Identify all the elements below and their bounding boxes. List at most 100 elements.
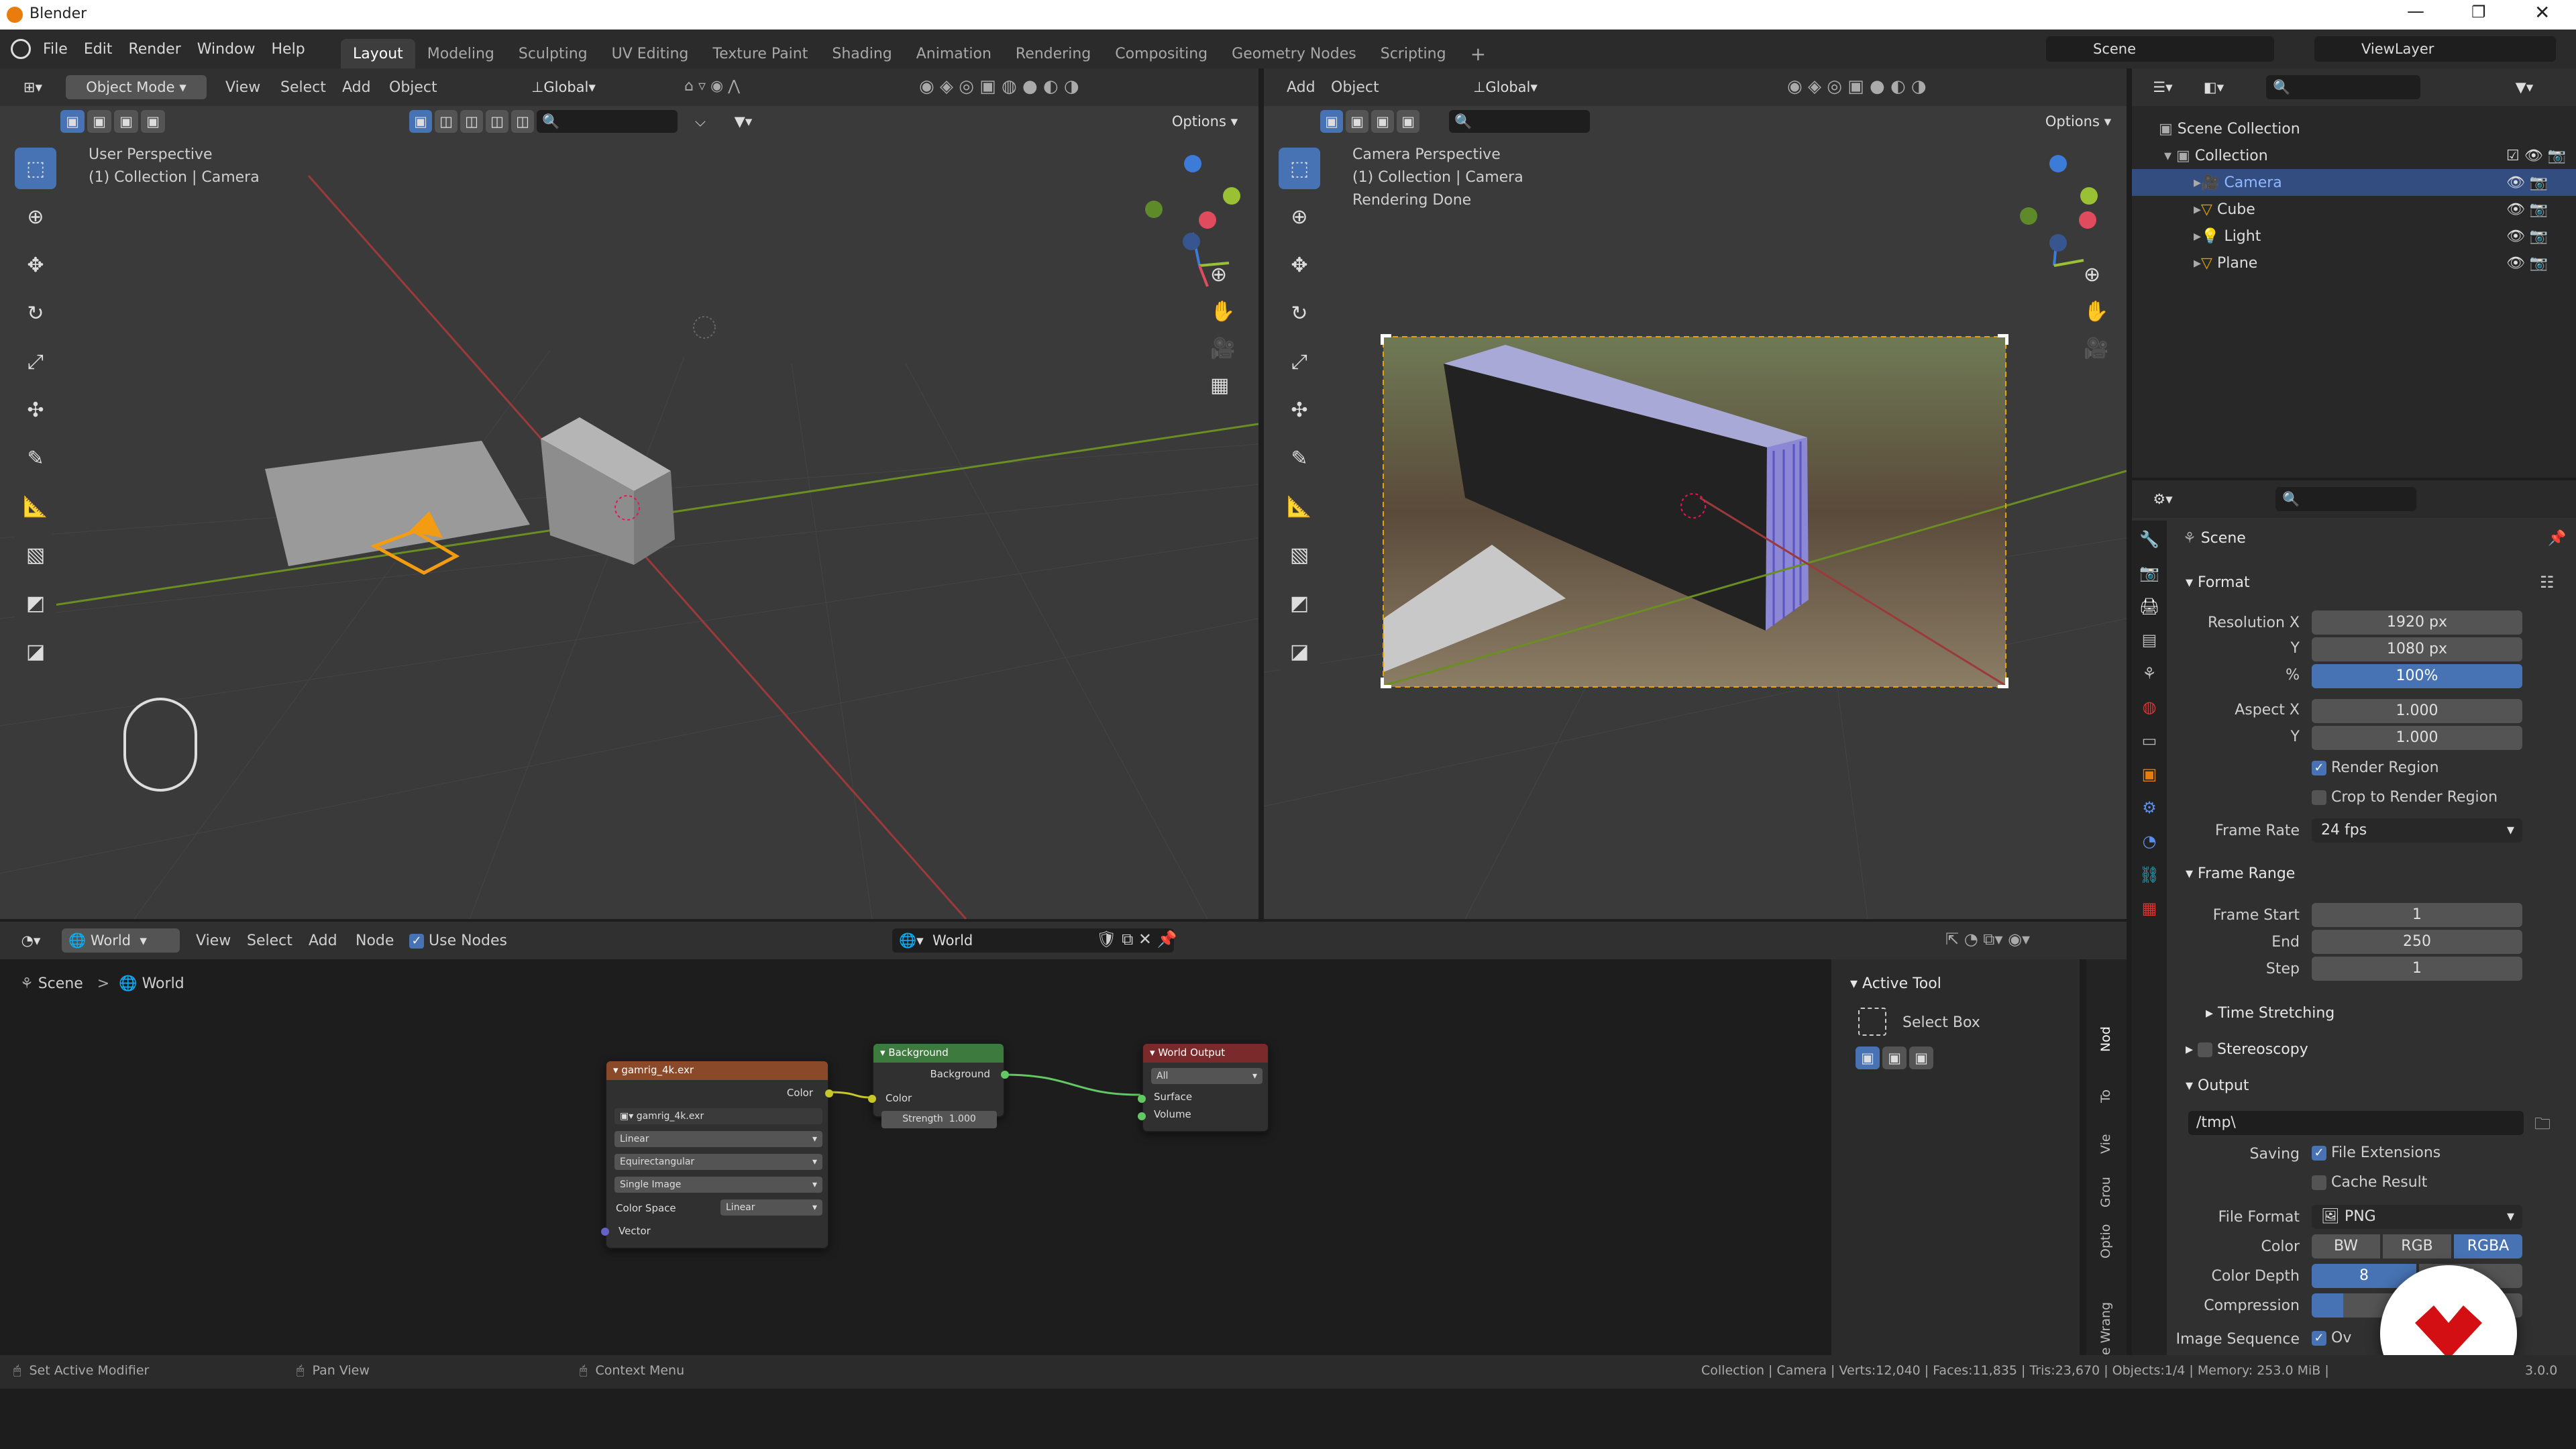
annotate-tool-icon[interactable]: ✎: [15, 437, 56, 479]
world-volume-socket[interactable]: [1138, 1112, 1146, 1120]
time-stretching-header[interactable]: ▸ Time Stretching: [2206, 1005, 2334, 1022]
tool-tab-icon[interactable]: 🔧: [2139, 530, 2159, 549]
modifier-tab-icon[interactable]: ⚙: [2142, 798, 2157, 817]
at-mode-sub-icon[interactable]: ▣: [1909, 1046, 1933, 1069]
environment-texture-node[interactable]: ▾ gamrig_4k.exr Color ▣▾ gamrig_4k.exr L…: [601, 1060, 833, 1249]
outliner-editor-type-icon[interactable]: ☰▾: [2143, 75, 2183, 99]
blender-menu-icon[interactable]: [11, 39, 31, 59]
rotate-tool-icon[interactable]: ↻: [15, 292, 56, 334]
at-mode-extend-icon[interactable]: ▣: [1882, 1046, 1907, 1069]
resolution-pct-field[interactable]: 100%: [2312, 664, 2522, 688]
env-colorspace-dropdown[interactable]: Linear ▾: [720, 1199, 822, 1216]
texture-tab-icon[interactable]: ▦: [2142, 899, 2157, 918]
grid-view-icon[interactable]: ▦: [1210, 374, 1235, 397]
rv-annotate-tool-icon[interactable]: ✎: [1279, 437, 1320, 479]
background-node[interactable]: ▾ Background Background Color Strength 1…: [868, 1042, 1009, 1128]
tab-geometry-nodes[interactable]: Geometry Nodes: [1220, 39, 1368, 68]
frame-range-header[interactable]: ▾ Frame Range: [2186, 865, 2295, 882]
knife-tool-icon[interactable]: ◪: [15, 631, 56, 672]
env-color-socket[interactable]: [825, 1089, 833, 1097]
tab-tool[interactable]: To: [2098, 1089, 2113, 1103]
world-output-target-dropdown[interactable]: All ▾: [1151, 1068, 1263, 1084]
frame-rate-dropdown[interactable]: 24 fps ▾: [2312, 818, 2522, 843]
rv-cursor-tool-icon[interactable]: ⊕: [1279, 196, 1320, 237]
maximize-icon[interactable]: ❐: [2471, 3, 2486, 21]
menu-window[interactable]: Window: [189, 30, 264, 68]
select-box-tool-icon[interactable]: ⬚: [15, 148, 56, 189]
pin-icon[interactable]: 📌: [2548, 530, 2566, 547]
menu-edit[interactable]: Edit: [76, 30, 121, 68]
tab-node[interactable]: Nod: [2098, 1026, 2113, 1052]
resolution-y-field[interactable]: 1080 px: [2312, 637, 2522, 661]
scene-selector[interactable]: Scene: [2046, 36, 2274, 62]
resolution-x-field[interactable]: 1920 px: [2312, 610, 2522, 635]
output-header[interactable]: ▾ Output: [2186, 1077, 2249, 1094]
object-tab-icon[interactable]: ▣: [2142, 765, 2157, 784]
rv-knife-tool-icon[interactable]: ◪: [1279, 631, 1320, 672]
tab-compositing[interactable]: Compositing: [1103, 39, 1220, 68]
viewport-left[interactable]: ⊞▾ Object Mode ▾ View Select Add Object …: [0, 68, 1258, 919]
tab-texture-paint[interactable]: Texture Paint: [700, 39, 820, 68]
aspect-y-field[interactable]: 1.000: [2312, 726, 2522, 750]
folder-icon[interactable]: 🗀: [2534, 1112, 2551, 1140]
end-field[interactable]: 250: [2312, 930, 2522, 954]
transform-tool-icon[interactable]: ✣: [15, 389, 56, 431]
bg-strength-field[interactable]: Strength 1.000: [881, 1111, 997, 1128]
overwrite-checkbox[interactable]: Ov: [2312, 1330, 2351, 1346]
rv-pan-hand-icon[interactable]: ✋: [2084, 300, 2108, 323]
add-cube-tool-icon[interactable]: ▧: [15, 534, 56, 576]
move-tool-icon[interactable]: ✥: [15, 244, 56, 286]
output-path-field[interactable]: /tmp\: [2188, 1111, 2524, 1135]
env-image-selector[interactable]: ▣▾ gamrig_4k.exr: [614, 1108, 822, 1124]
physics-tab-icon[interactable]: ◔: [2143, 832, 2157, 851]
step-field[interactable]: 1: [2312, 957, 2522, 981]
color-bw-button[interactable]: BW: [2312, 1234, 2380, 1258]
tab-scripting[interactable]: Scripting: [1368, 39, 1458, 68]
format-header[interactable]: ▾ Format: [2186, 574, 2250, 591]
tab-layout[interactable]: Layout: [341, 39, 415, 68]
tab-options[interactable]: Optio: [2098, 1224, 2113, 1258]
tab-modeling[interactable]: Modeling: [415, 39, 506, 68]
cursor-tool-icon[interactable]: ⊕: [15, 196, 56, 237]
world-surface-socket[interactable]: [1138, 1095, 1146, 1103]
outliner-collection[interactable]: ▾ ▣ Collection ☑ 👁 📷: [2164, 142, 2567, 169]
view-layer-tab-icon[interactable]: ▤: [2142, 631, 2157, 649]
rv-zoom-icon[interactable]: ⊕: [2084, 263, 2108, 286]
menu-file[interactable]: File: [35, 30, 76, 68]
scene-tab-icon[interactable]: ⚘: [2142, 664, 2157, 683]
render-tab-icon[interactable]: 📷: [2139, 564, 2159, 582]
aspect-x-field[interactable]: 1.000: [2312, 699, 2522, 723]
rv-measure-tool-icon[interactable]: 📐: [1279, 486, 1320, 527]
outliner-item-camera[interactable]: ▸ 🎥 Camera 👁 📷: [2132, 169, 2576, 196]
crop-region-checkbox[interactable]: Crop to Render Region: [2312, 789, 2498, 806]
tab-rendering[interactable]: Rendering: [1004, 39, 1103, 68]
tab-shading[interactable]: Shading: [820, 39, 904, 68]
format-presets-icon[interactable]: ☷: [2540, 573, 2555, 592]
measure-tool-icon[interactable]: 📐: [15, 486, 56, 527]
tab-sculpting[interactable]: Sculpting: [506, 39, 600, 68]
outliner-item-light[interactable]: ▸ 💡 Light 👁 📷: [2194, 223, 2576, 250]
rv-transform-tool-icon[interactable]: ✣: [1279, 389, 1320, 431]
stereoscopy-header[interactable]: ▸ Stereoscopy: [2186, 1041, 2308, 1058]
pan-hand-icon[interactable]: ✋: [1210, 300, 1235, 323]
outliner-display-mode-icon[interactable]: ◧▾: [2194, 75, 2234, 99]
outliner-filter-icon[interactable]: ▼▾: [2508, 75, 2541, 99]
view-layer-selector[interactable]: ViewLayer: [2314, 36, 2556, 62]
env-interp-dropdown[interactable]: Linear ▾: [614, 1131, 822, 1147]
env-source-dropdown[interactable]: Single Image ▾: [614, 1177, 822, 1193]
minimize-icon[interactable]: —: [2407, 1, 2424, 21]
constraint-tab-icon[interactable]: ⛓: [2139, 865, 2159, 884]
world-output-node[interactable]: ▾ World Output All ▾ Surface Volume: [1138, 1042, 1269, 1132]
frame-start-field[interactable]: 1: [2312, 903, 2522, 927]
cache-result-checkbox[interactable]: Cache Result: [2312, 1174, 2427, 1191]
rv-move-tool-icon[interactable]: ✥: [1279, 244, 1320, 286]
outliner-item-plane[interactable]: ▸ ▽ Plane 👁 📷: [2194, 250, 2576, 276]
close-icon[interactable]: ✕: [2534, 1, 2550, 23]
world-tab-icon[interactable]: ◍: [2143, 698, 2157, 716]
scale-tool-icon[interactable]: ⤢: [15, 341, 56, 382]
viewport-right[interactable]: Add Object ⊥ Global ▾ ◉ ◈ ◎ ▣ ● ◐ ◑ Opti…: [1264, 68, 2127, 919]
camera-view-icon[interactable]: 🎥: [1210, 337, 1235, 360]
at-mode-new-icon[interactable]: ▣: [1856, 1046, 1880, 1069]
rv-scale-tool-icon[interactable]: ⤢: [1279, 341, 1320, 382]
bevel-tool-icon[interactable]: ◩: [15, 582, 56, 624]
